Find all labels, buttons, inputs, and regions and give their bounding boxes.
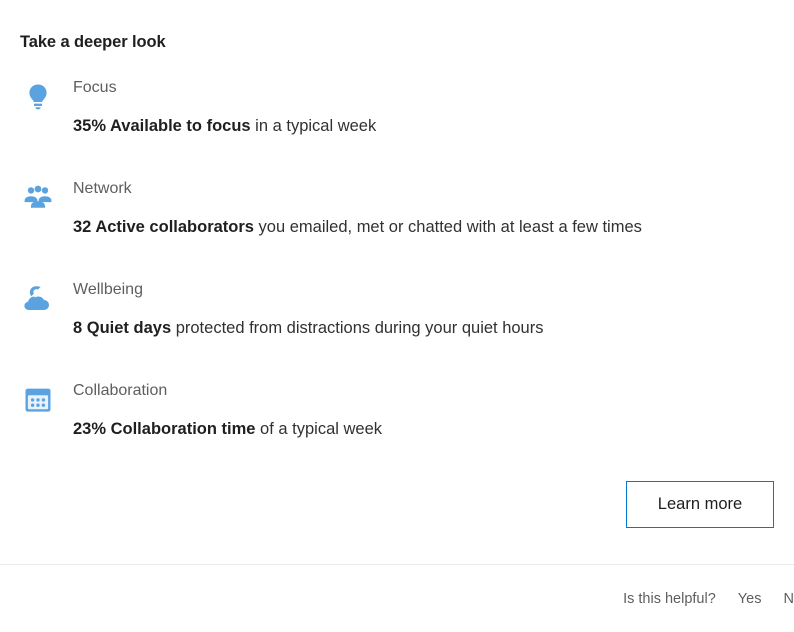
feedback-no-link[interactable]: No	[783, 591, 794, 607]
insight-text-collaboration: 23% Collaboration time of a typical week	[73, 418, 784, 440]
insight-metric-focus: 35% Available to focus	[73, 117, 251, 135]
insight-body-collaboration: Collaboration 23% Collaboration time of …	[73, 379, 784, 440]
feedback-yes-link[interactable]: Yes	[738, 591, 762, 607]
learn-more-container: Learn more	[0, 481, 794, 541]
feedback-footer: Is this helpful? Yes No	[0, 565, 794, 632]
insight-label-wellbeing: Wellbeing	[73, 281, 143, 298]
insight-text-network: 32 Active collaborators you emailed, met…	[73, 216, 784, 238]
insight-description-wellbeing: protected from distractions during your …	[171, 319, 544, 337]
moon-cloud-icon	[21, 282, 55, 316]
people-group-icon	[21, 181, 55, 215]
feedback-group: Is this helpful? Yes No	[623, 591, 794, 607]
deeper-look-card: Take a deeper look Focus 35% Available t…	[0, 0, 794, 565]
insight-label-network: Network	[73, 180, 132, 197]
insight-label-collaboration: Collaboration	[73, 382, 168, 399]
insight-body-focus: Focus 35% Available to focus in a typica…	[73, 76, 784, 137]
insight-row-network: Network 32 Active collaborators you emai…	[0, 177, 794, 278]
insights-list: Focus 35% Available to focus in a typica…	[0, 76, 794, 480]
page-title: Take a deeper look	[20, 33, 166, 51]
insight-text-focus: 35% Available to focus in a typical week	[73, 115, 784, 137]
insight-description-focus: in a typical week	[250, 117, 377, 135]
learn-more-button[interactable]: Learn more	[626, 481, 774, 528]
calendar-icon	[21, 383, 55, 417]
insight-metric-collaboration: 23% Collaboration time	[73, 420, 256, 438]
insight-row-collaboration: Collaboration 23% Collaboration time of …	[0, 379, 794, 480]
lightbulb-icon	[21, 80, 55, 114]
feedback-question: Is this helpful?	[623, 591, 716, 607]
insight-metric-network: 32 Active collaborators	[73, 218, 254, 236]
insight-metric-wellbeing: 8 Quiet days	[73, 319, 172, 337]
insight-row-wellbeing: Wellbeing 8 Quiet days protected from di…	[0, 278, 794, 379]
insight-label-focus: Focus	[73, 79, 117, 96]
insight-row-focus: Focus 35% Available to focus in a typica…	[0, 76, 794, 177]
insight-description-collaboration: of a typical week	[255, 420, 383, 438]
insight-body-wellbeing: Wellbeing 8 Quiet days protected from di…	[73, 278, 784, 339]
insight-description-network: you emailed, met or chatted with at leas…	[253, 218, 642, 236]
insight-body-network: Network 32 Active collaborators you emai…	[73, 177, 784, 238]
insight-text-wellbeing: 8 Quiet days protected from distractions…	[73, 317, 784, 339]
